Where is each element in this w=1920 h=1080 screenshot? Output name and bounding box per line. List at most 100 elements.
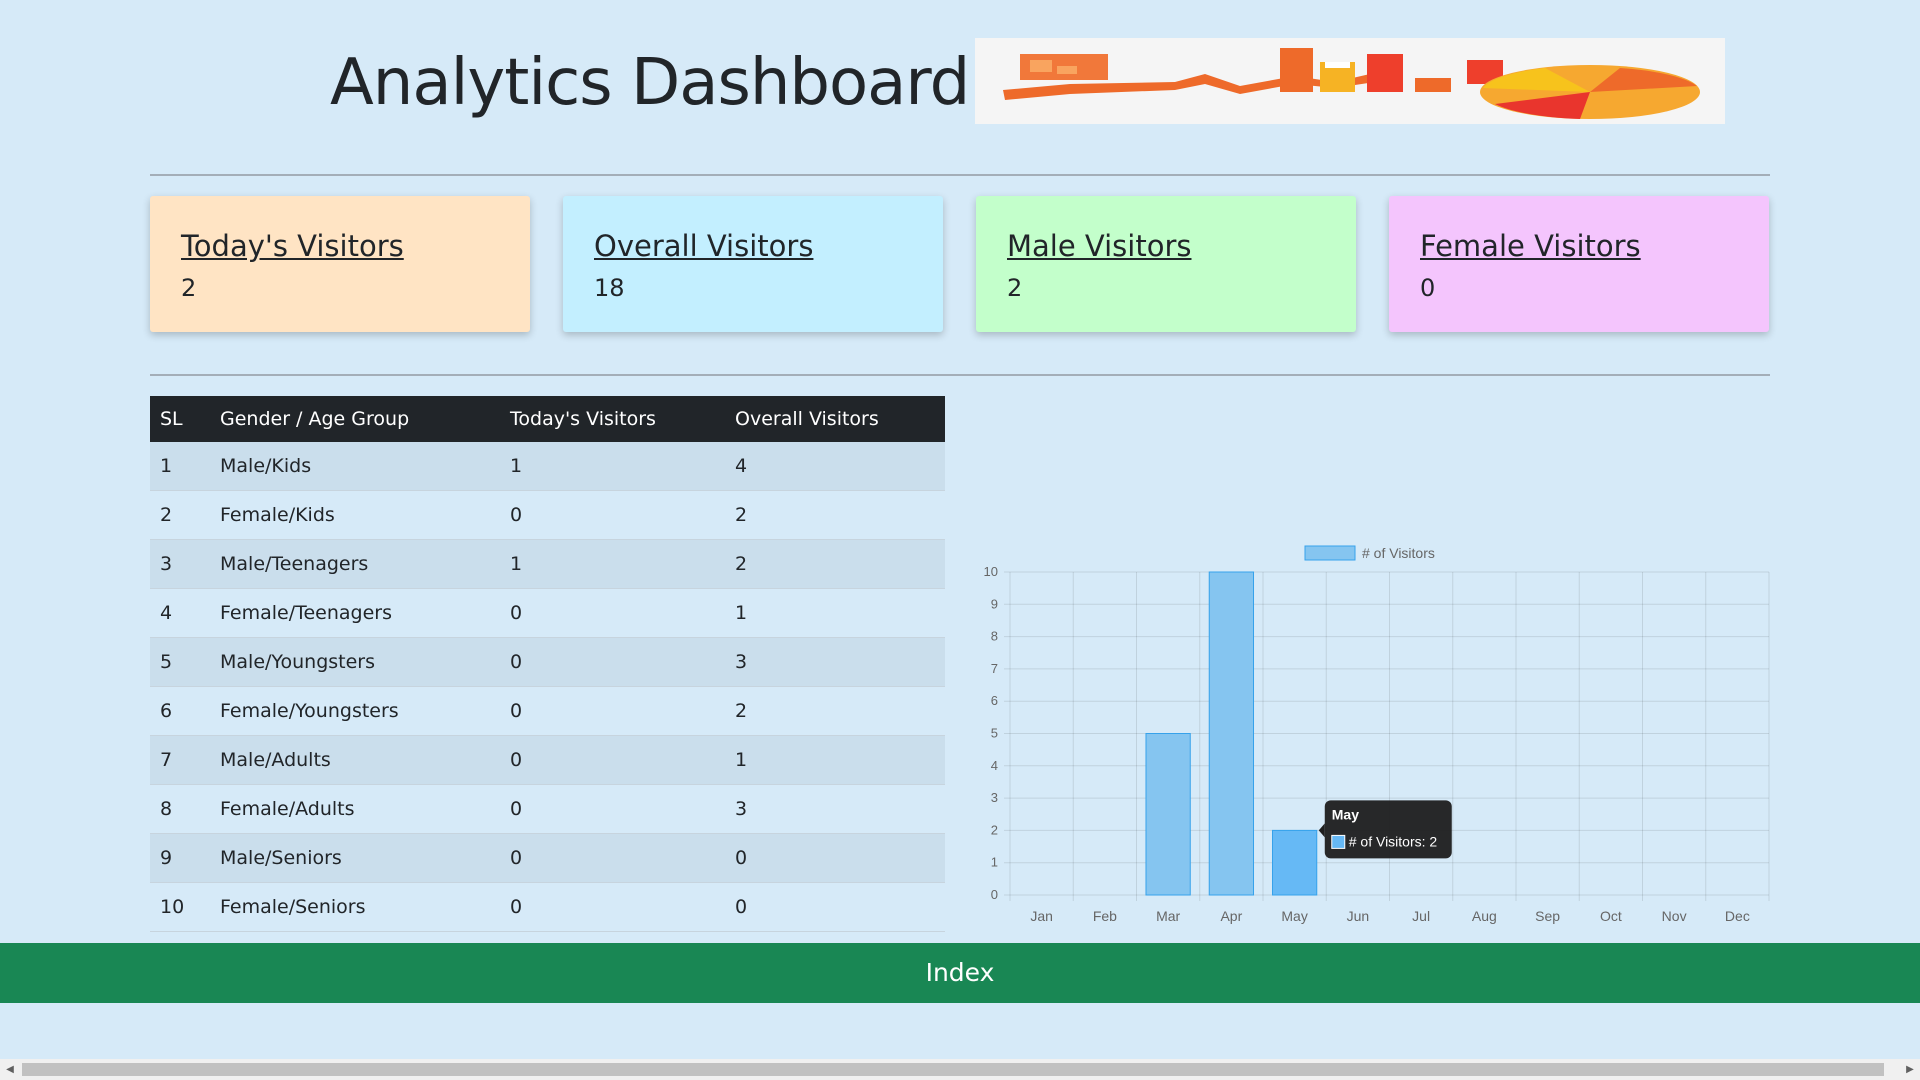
- y-tick-label: 0: [991, 887, 998, 902]
- legend-label: # of Visitors: [1362, 545, 1435, 561]
- x-tick-label: Jun: [1347, 908, 1370, 924]
- cell-overall: 2: [725, 539, 945, 589]
- col-header-overall: Overall Visitors: [725, 396, 945, 442]
- col-header-sl: SL: [150, 396, 210, 442]
- analytics-banner-graphic: [1003, 48, 1700, 119]
- header: Analytics Dashboard |: [0, 0, 1920, 150]
- card-value-todays-visitors: 2: [181, 274, 197, 302]
- cell-today: 0: [500, 735, 725, 785]
- chart-svg: 0 1 2 3 4 5 6 7 8 9 10 Jan Feb Mar Apr May Jun Jul Aug Sep O…: [984, 545, 1770, 924]
- y-tick-label: 5: [991, 726, 998, 741]
- cell-group: Male/Youngsters: [210, 637, 500, 687]
- scroll-left-arrow-icon[interactable]: ◀: [0, 1059, 20, 1080]
- cell-overall: 2: [725, 686, 945, 736]
- scroll-right-arrow-icon[interactable]: ▶: [1900, 1059, 1920, 1080]
- card-overall-visitors: Overall Visitors 18: [563, 196, 943, 332]
- table-header-row: SL Gender / Age Group Today's Visitors O…: [150, 396, 945, 442]
- table-row: 1 Male/Kids 1 4: [150, 442, 945, 491]
- table-row: 6 Female/Youngsters 0 2: [150, 686, 945, 736]
- x-tick-label: Oct: [1600, 908, 1622, 924]
- cell-today: 0: [500, 588, 725, 638]
- cell-group: Female/Kids: [210, 490, 500, 540]
- table-row: 7 Male/Adults 0 1: [150, 735, 945, 785]
- y-tick-label: 1: [991, 855, 998, 870]
- cell-today: 1: [500, 539, 725, 589]
- horizontal-scrollbar[interactable]: ◀ ▶: [0, 1059, 1920, 1080]
- middle-divider: [150, 374, 1770, 376]
- cell-sl: 6: [150, 686, 210, 736]
- visitors-table: SL Gender / Age Group Today's Visitors O…: [150, 396, 945, 932]
- card-value-overall-visitors: 18: [594, 274, 625, 302]
- cell-overall: 1: [725, 735, 945, 785]
- x-tick-label: Dec: [1725, 908, 1750, 924]
- visitors-bar-chart[interactable]: 0 1 2 3 4 5 6 7 8 9 10 Jan Feb Mar Apr May Jun Jul Aug Sep O…: [965, 530, 1775, 935]
- card-todays-visitors: Today's Visitors 2: [150, 196, 530, 332]
- tooltip-swatch: [1331, 834, 1346, 849]
- cell-group: Female/Seniors: [210, 882, 500, 932]
- bar-apr: [1208, 571, 1255, 896]
- cell-today: 0: [500, 784, 725, 834]
- cell-overall: 4: [725, 442, 945, 491]
- x-tick-label: Jan: [1030, 908, 1053, 924]
- cell-group: Female/Adults: [210, 784, 500, 834]
- legend-swatch: [1304, 545, 1356, 561]
- cell-sl: 3: [150, 539, 210, 589]
- y-tick-label: 9: [991, 596, 998, 611]
- x-tick-label: Feb: [1093, 908, 1117, 924]
- cell-overall: 3: [725, 637, 945, 687]
- card-value-female-visitors: 0: [1420, 274, 1436, 302]
- page-title: Analytics Dashboard |: [330, 46, 1010, 120]
- table-row: 5 Male/Youngsters 0 3: [150, 637, 945, 687]
- x-tick-label: Apr: [1220, 908, 1242, 924]
- tooltip-label: # of Visitors: 2: [1349, 833, 1438, 849]
- cell-sl: 7: [150, 735, 210, 785]
- cell-group: Female/Teenagers: [210, 588, 500, 638]
- cell-today: 0: [500, 686, 725, 736]
- cell-group: Male/Kids: [210, 442, 500, 491]
- col-header-today: Today's Visitors: [500, 396, 725, 442]
- x-tick-label: Nov: [1662, 908, 1687, 924]
- cell-group: Female/Youngsters: [210, 686, 500, 736]
- x-tick-label: Sep: [1535, 908, 1560, 924]
- cell-sl: 9: [150, 833, 210, 883]
- cell-sl: 4: [150, 588, 210, 638]
- cell-overall: 0: [725, 833, 945, 883]
- cell-sl: 1: [150, 442, 210, 491]
- cell-group: Male/Adults: [210, 735, 500, 785]
- tooltip-title: May: [1332, 806, 1359, 822]
- cell-group: Male/Seniors: [210, 833, 500, 883]
- cell-today: 1: [500, 442, 725, 491]
- cell-overall: 2: [725, 490, 945, 540]
- cell-today: 0: [500, 637, 725, 687]
- card-value-male-visitors: 2: [1007, 274, 1023, 302]
- y-tick-label: 7: [991, 661, 998, 676]
- y-tick-label: 10: [984, 564, 998, 579]
- table-row: 4 Female/Teenagers 0 1: [150, 588, 945, 638]
- card-title-overall-visitors[interactable]: Overall Visitors: [594, 228, 943, 264]
- card-title-male-visitors[interactable]: Male Visitors: [1007, 228, 1356, 264]
- card-title-todays-visitors[interactable]: Today's Visitors: [181, 228, 530, 264]
- cell-group: Male/Teenagers: [210, 539, 500, 589]
- table-row: 2 Female/Kids 0 2: [150, 490, 945, 540]
- col-header-group: Gender / Age Group: [210, 396, 500, 442]
- scrollbar-thumb[interactable]: [22, 1063, 1884, 1076]
- cell-sl: 8: [150, 784, 210, 834]
- cell-overall: 3: [725, 784, 945, 834]
- cell-overall: 0: [725, 882, 945, 932]
- cell-sl: 10: [150, 882, 210, 932]
- bar-may: [1271, 829, 1318, 896]
- cell-overall: 1: [725, 588, 945, 638]
- y-tick-label: 6: [991, 693, 998, 708]
- card-title-female-visitors[interactable]: Female Visitors: [1420, 228, 1769, 264]
- cell-today: 0: [500, 882, 725, 932]
- x-tick-label: Aug: [1472, 908, 1497, 924]
- top-divider: [150, 174, 1770, 176]
- y-tick-label: 8: [991, 629, 998, 644]
- card-female-visitors: Female Visitors 0: [1389, 196, 1769, 332]
- table-row: 9 Male/Seniors 0 0: [150, 833, 945, 883]
- cell-today: 0: [500, 833, 725, 883]
- card-male-visitors: Male Visitors 2: [976, 196, 1356, 332]
- index-footer-button[interactable]: Index: [0, 943, 1920, 1003]
- x-tick-label: May: [1281, 908, 1307, 924]
- table-row: 3 Male/Teenagers 1 2: [150, 539, 945, 589]
